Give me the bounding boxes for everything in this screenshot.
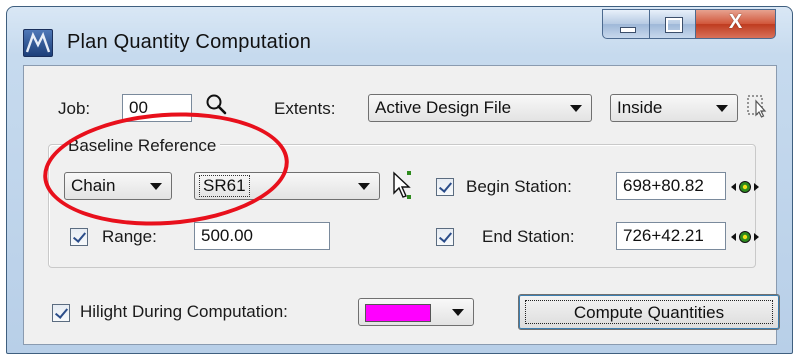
chevron-down-icon bbox=[570, 105, 582, 112]
range-label: Range: bbox=[102, 227, 157, 246]
extents-select-value: Active Design File bbox=[375, 98, 512, 117]
chevron-down-icon bbox=[452, 309, 464, 316]
compute-quantities-button[interactable]: Compute Quantities bbox=[518, 294, 780, 330]
hilight-color-swatch bbox=[365, 304, 431, 322]
app-icon bbox=[23, 29, 53, 57]
maximize-button[interactable] bbox=[650, 9, 696, 39]
select-element-icon[interactable] bbox=[746, 93, 770, 119]
caption-buttons: X bbox=[602, 9, 776, 41]
job-label: Job: bbox=[58, 99, 91, 118]
target-locate-icon[interactable] bbox=[730, 178, 760, 196]
hilight-label: Hilight During Computation: bbox=[80, 302, 288, 321]
dialog-window: Plan Quantity Computation X Job: 00 Exte… bbox=[6, 6, 793, 354]
close-icon: X bbox=[728, 11, 743, 33]
close-button[interactable]: X bbox=[696, 9, 776, 39]
hilight-color-select[interactable] bbox=[358, 298, 474, 326]
pick-cursor-icon[interactable] bbox=[390, 169, 414, 201]
compute-quantities-label: Compute Quantities bbox=[525, 300, 773, 324]
extents-label: Extents: bbox=[274, 99, 336, 118]
end-station-input[interactable]: 726+42.21 bbox=[616, 222, 726, 250]
begin-station-input[interactable]: 698+80.82 bbox=[616, 172, 726, 200]
end-station-label: End Station: bbox=[482, 227, 575, 246]
extents-select[interactable]: Active Design File bbox=[368, 94, 592, 122]
end-station-checkbox[interactable] bbox=[436, 228, 454, 246]
range-checkbox[interactable] bbox=[70, 228, 88, 246]
chevron-down-icon bbox=[358, 183, 370, 190]
range-input[interactable]: 500.00 bbox=[194, 222, 330, 250]
begin-station-checkbox[interactable] bbox=[436, 178, 454, 196]
hilight-checkbox[interactable] bbox=[52, 304, 70, 322]
target-locate-icon[interactable] bbox=[730, 228, 760, 246]
window-title: Plan Quantity Computation bbox=[67, 31, 312, 53]
minimize-button[interactable] bbox=[602, 9, 650, 39]
extents-mode-select[interactable]: Inside bbox=[610, 94, 738, 122]
extents-mode-value: Inside bbox=[617, 98, 663, 117]
chevron-down-icon bbox=[716, 105, 728, 112]
begin-station-label: Begin Station: bbox=[466, 177, 572, 196]
title-bar[interactable]: Plan Quantity Computation X bbox=[7, 7, 792, 67]
